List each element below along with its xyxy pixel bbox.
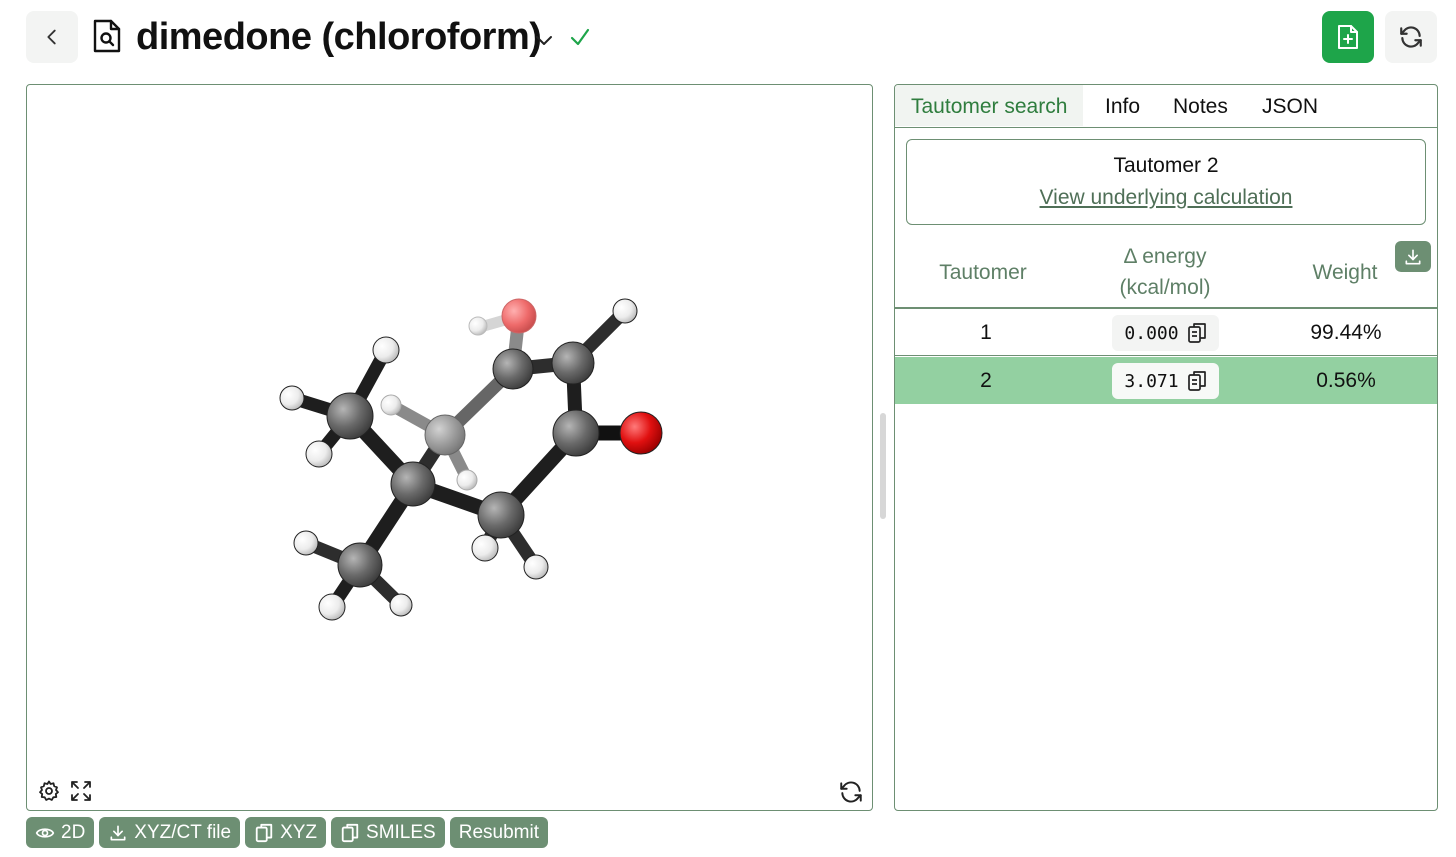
page-title: dimedone (chloroform) [136,16,542,58]
copy-xyz-button[interactable]: XYZ [245,817,327,848]
copy-icon [255,823,273,842]
energy-value: 0.000 [1124,322,1179,344]
refresh-button[interactable] [1385,11,1437,63]
atom-carbon [477,491,525,539]
atom-hydrogen [523,554,549,580]
copy-smiles-button[interactable]: SMILES [331,817,445,848]
atom-carbon [552,409,600,457]
download-xyz-ct-label: XYZ/CT file [134,821,232,843]
copy-xyz-label: XYZ [280,821,318,843]
toggle-2d-label: 2D [61,821,86,843]
column-header-tautomer: Tautomer [939,261,1027,284]
atom-hydrogen [279,385,305,411]
tautomer-number: 2 [980,369,992,392]
atom-carbon [424,414,466,456]
selected-tautomer-card: Tautomer 2 View underlying calculation [906,139,1426,225]
table-row[interactable]: 1 0.000 99.44% [895,309,1437,356]
check-icon [570,28,590,46]
back-button[interactable] [26,11,78,63]
tab-bar: Tautomer search Info Notes JSON [895,85,1437,128]
tautomer-number: 1 [980,321,992,344]
atom-hydrogen [389,593,413,617]
atom-hydrogen [380,394,402,416]
column-header-energy-line2: (kcal/mol) [1119,276,1211,299]
resubmit-label: Resubmit [458,821,539,843]
energy-value: 3.071 [1124,370,1179,392]
resubmit-button[interactable]: Resubmit [449,817,548,848]
table-row-selected[interactable]: 2 3.071 0.56% [895,357,1437,404]
file-plus-icon [1338,25,1358,49]
column-header-energy: Δ energy (kcal/mol) [1090,241,1240,303]
download-table-button[interactable] [1395,241,1431,272]
energy-value-chip: 3.071 [1112,363,1219,399]
molecule-3d-render[interactable] [27,85,874,812]
atom-hydrogen [468,316,488,336]
tab-info[interactable]: Info [1089,85,1156,126]
file-search-icon [93,19,121,53]
tab-json[interactable]: JSON [1246,85,1334,126]
weight-value: 0.56% [1316,369,1376,392]
molecule-viewer[interactable] [26,84,873,811]
new-calculation-button[interactable] [1322,11,1374,63]
download-xyz-ct-button[interactable]: XYZ/CT file [99,817,241,848]
tautomer-panel: Tautomer search Info Notes JSON Tautomer… [894,84,1438,811]
tab-notes[interactable]: Notes [1157,85,1244,126]
atom-hydrogen [471,534,499,562]
column-header-energy-line1: Δ energy [1123,245,1207,268]
atoms [279,298,663,621]
viewer-action-bar: 2D XYZ/CT file XYZ SMILES Resubmit [26,817,548,848]
copy-icon [341,823,359,842]
atom-hydrogen [612,298,638,324]
view-calculation-link[interactable]: View underlying calculation [907,186,1425,210]
atom-oxygen [501,298,537,334]
chevron-left-icon [47,29,56,45]
selected-tautomer-label: Tautomer 2 [1113,154,1219,177]
atom-carbon [326,392,374,440]
atom-hydrogen [305,440,333,468]
gear-icon[interactable] [37,779,61,803]
atom-hydrogen [293,530,319,556]
atom-carbon [337,542,383,588]
expand-icon[interactable] [69,779,93,803]
copy-icon[interactable] [1187,322,1207,344]
atom-carbon [492,348,534,390]
weight-value: 99.44% [1310,321,1382,344]
atom-hydrogen [318,593,346,621]
refresh-icon [1400,26,1422,48]
atom-carbon [551,341,595,385]
column-header-weight: Weight [1312,261,1378,284]
toggle-2d-button[interactable]: 2D [26,817,95,848]
atom-carbon [390,461,436,507]
chevron-down-icon[interactable] [532,28,556,52]
atom-hydrogen [372,336,400,364]
tab-tautomer-search[interactable]: Tautomer search [895,85,1084,126]
panel-resize-handle[interactable] [880,413,886,519]
copy-icon[interactable] [1187,370,1207,392]
copy-smiles-label: SMILES [366,821,436,843]
download-icon [1405,249,1421,264]
atom-oxygen [619,411,663,455]
eye-icon [35,827,55,838]
energy-value-chip: 0.000 [1112,315,1219,351]
download-icon [110,825,126,840]
reset-view-icon[interactable] [838,779,864,805]
atom-hydrogen [456,469,478,491]
